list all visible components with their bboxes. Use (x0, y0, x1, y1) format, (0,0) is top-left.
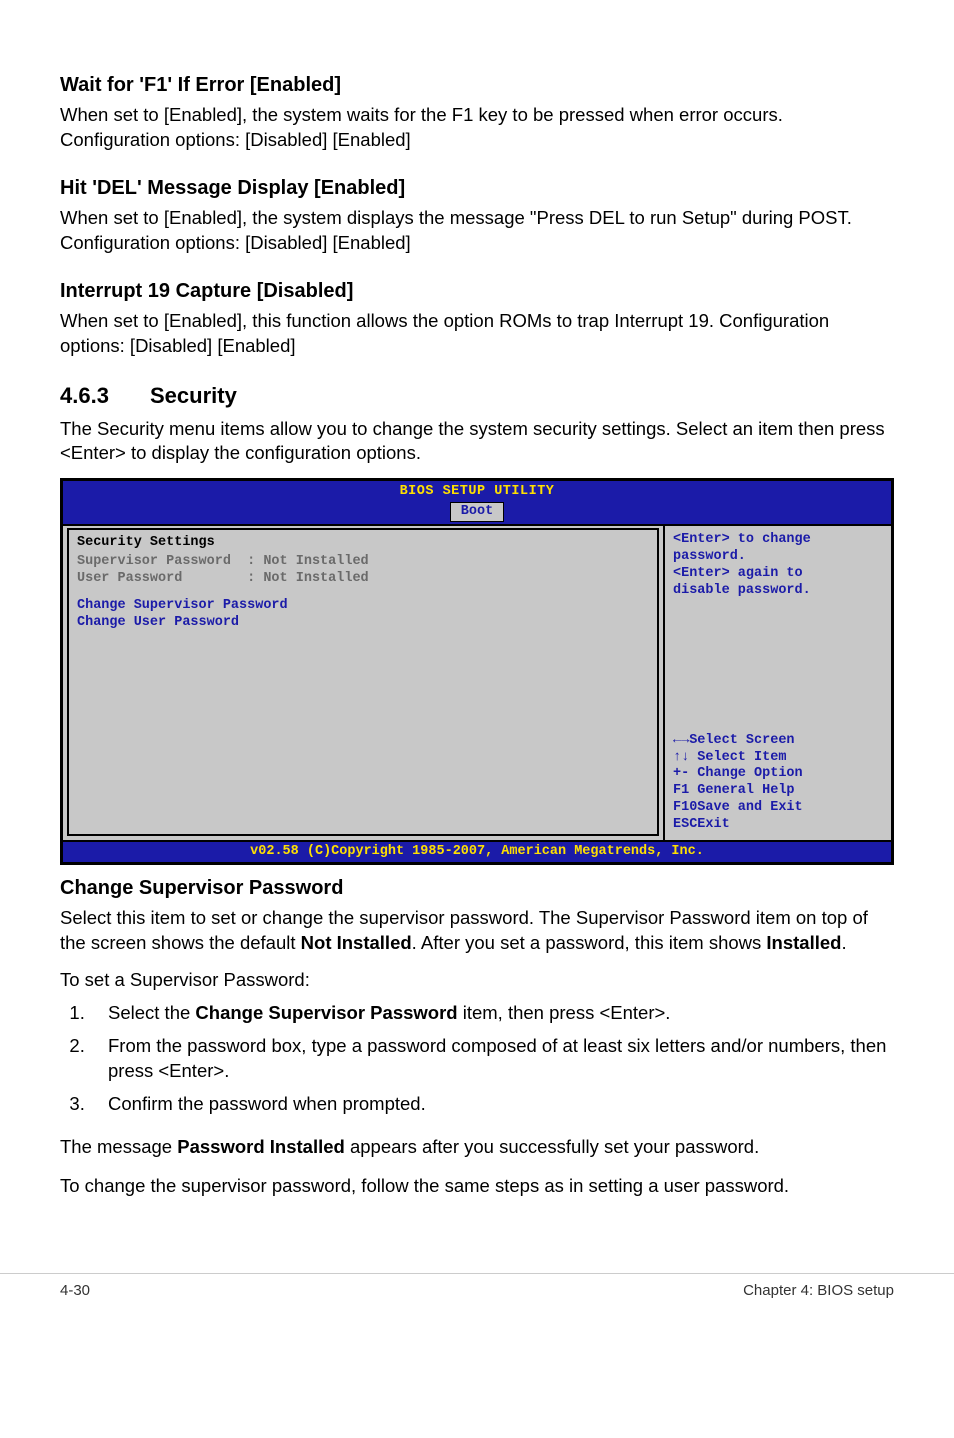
body-change-supervisor: Select this item to set or change the su… (60, 906, 894, 956)
bios-help-line: <Enter> to change (673, 532, 883, 549)
text-bold: Change Supervisor Password (195, 1002, 457, 1023)
list-item: From the password box, type a password c… (90, 1034, 894, 1084)
bios-supervisor-status: Supervisor Password : Not Installed (77, 554, 649, 571)
body-security: The Security menu items allow you to cha… (60, 417, 894, 467)
bios-user-status: User Password : Not Installed (77, 571, 649, 588)
text-segment: . (841, 932, 846, 953)
bios-title: BIOS SETUP UTILITY (63, 481, 891, 501)
bios-change-user[interactable]: Change User Password (77, 615, 649, 632)
bios-nav-line: ESCExit (673, 817, 883, 834)
section-title: Security (150, 383, 237, 408)
bios-nav-line: ←→Select Screen (673, 733, 883, 750)
body-password-installed: The message Password Installed appears a… (60, 1135, 894, 1160)
text-segment: item, then press <Enter>. (458, 1002, 671, 1023)
bios-change-supervisor[interactable]: Change Supervisor Password (77, 598, 649, 615)
text-segment: appears after you successfully set your … (345, 1136, 759, 1157)
bios-nav-line: F10Save and Exit (673, 800, 883, 817)
bios-nav-line: F1 General Help (673, 783, 883, 800)
body-hit-del: When set to [Enabled], the system displa… (60, 206, 894, 256)
list-item: Confirm the password when prompted. (90, 1092, 894, 1117)
bios-screenshot: BIOS SETUP UTILITY Boot Security Setting… (60, 478, 894, 865)
body-wait-f1: When set to [Enabled], the system waits … (60, 103, 894, 153)
bios-help-line: password. (673, 549, 883, 566)
heading-security: 4.6.3Security (60, 381, 894, 411)
text-bold: Installed (766, 932, 841, 953)
text-segment: Select the (108, 1002, 195, 1023)
section-number: 4.6.3 (60, 381, 150, 411)
footer-right: Chapter 4: BIOS setup (743, 1282, 894, 1299)
body-toset: To set a Supervisor Password: (60, 968, 894, 993)
heading-hit-del: Hit 'DEL' Message Display [Enabled] (60, 175, 894, 202)
bios-help-line: <Enter> again to (673, 566, 883, 583)
heading-wait-f1: Wait for 'F1' If Error [Enabled] (60, 72, 894, 99)
bios-section-title: Security Settings (77, 534, 649, 554)
bios-help-line: disable password. (673, 583, 883, 600)
bios-nav-line: ↑↓ Select Item (673, 750, 883, 767)
bios-tab-row: Boot (63, 502, 891, 522)
text-segment: . After you set a password, this item sh… (412, 932, 767, 953)
text-bold: Not Installed (301, 932, 412, 953)
text-bold: Password Installed (177, 1136, 345, 1157)
body-int19: When set to [Enabled], this function all… (60, 309, 894, 359)
bios-footer: v02.58 (C)Copyright 1985-2007, American … (63, 840, 891, 862)
bios-right-panel: <Enter> to change password. <Enter> agai… (663, 526, 891, 840)
heading-int19: Interrupt 19 Capture [Disabled] (60, 278, 894, 305)
steps-list: Select the Change Supervisor Password it… (60, 1001, 894, 1117)
bios-tab-boot[interactable]: Boot (450, 502, 504, 522)
bios-left-panel: Security Settings Supervisor Password : … (63, 526, 663, 840)
heading-change-supervisor: Change Supervisor Password (60, 875, 894, 902)
body-tochange: To change the supervisor password, follo… (60, 1174, 894, 1199)
text-segment: The message (60, 1136, 177, 1157)
bios-nav-line: +- Change Option (673, 766, 883, 783)
footer-left: 4-30 (60, 1282, 90, 1299)
list-item: Select the Change Supervisor Password it… (90, 1001, 894, 1026)
page-footer: 4-30 Chapter 4: BIOS setup (0, 1273, 954, 1319)
